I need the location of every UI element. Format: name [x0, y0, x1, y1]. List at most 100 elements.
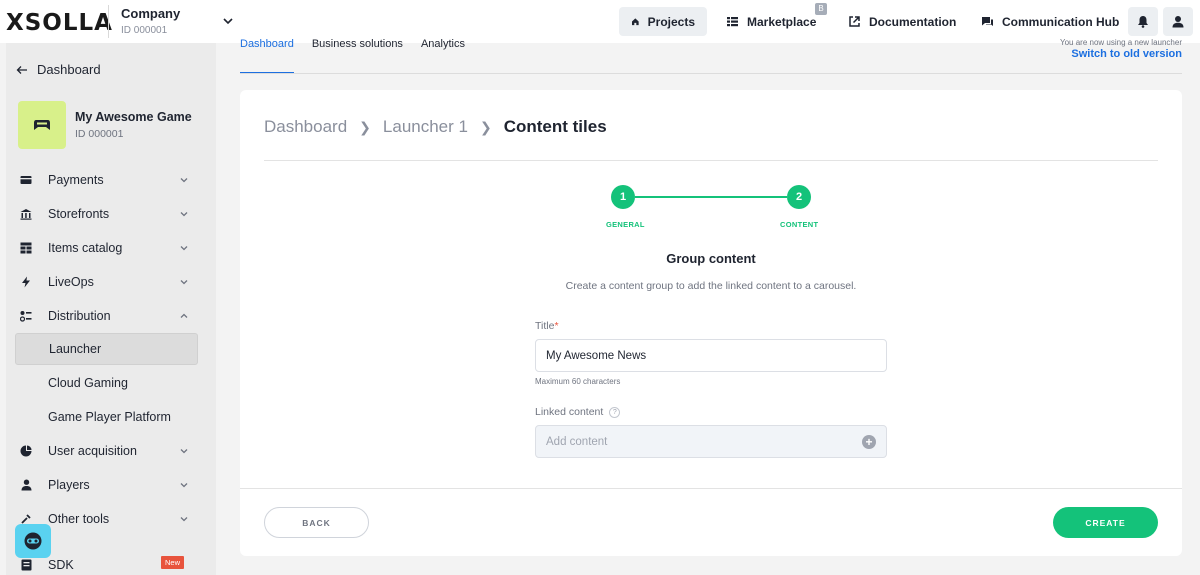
projects-label: Projects	[647, 14, 695, 29]
projects-button[interactable]: Projects	[619, 7, 707, 36]
sidebar-item-cloud-gaming[interactable]: Cloud Gaming	[15, 367, 198, 399]
home-icon	[631, 18, 639, 26]
card-divider	[264, 160, 1158, 161]
step-2-label: CONTENT	[780, 220, 819, 229]
chevron-down-icon	[180, 212, 188, 217]
help-icon[interactable]: ?	[609, 406, 621, 418]
wallet-icon	[19, 173, 33, 187]
breadcrumb-launcher[interactable]: Launcher 1	[383, 117, 468, 137]
sidebar-item-label: Other tools	[48, 512, 110, 526]
sidebar-item-launcher[interactable]: Launcher	[15, 333, 198, 365]
section-title: Group content	[666, 251, 756, 266]
chevron-down-icon	[180, 517, 188, 522]
sidebar-item-label: Players	[48, 478, 90, 492]
company-id: ID 000001	[121, 25, 168, 36]
sidebar-item-user-acquisition[interactable]: User acquisition	[15, 435, 198, 467]
stepper-line	[635, 196, 787, 198]
communication-hub-label: Communication Hub	[1002, 14, 1120, 29]
main-tabs: Dashboard Business solutions Analytics	[240, 38, 465, 74]
linked-content-label: Linked content?	[535, 406, 621, 418]
launcher-notice: You are now using a new launcher	[1059, 38, 1182, 47]
chat-icon	[982, 17, 993, 26]
chevron-right-icon: ❯	[479, 118, 492, 135]
sidebar-item-liveops[interactable]: LiveOps	[15, 266, 198, 298]
gamepad-icon	[34, 120, 50, 130]
breadcrumb: Dashboard ❯ Launcher 1 ❯ Content tiles	[264, 117, 607, 137]
plus-circle-icon[interactable]: +	[862, 434, 876, 449]
company-switcher[interactable]: Company ID 000001	[121, 6, 180, 36]
linked-content-input[interactable]: Add content +	[535, 425, 887, 458]
list-icon	[727, 17, 738, 27]
step-2-circle[interactable]: 2	[787, 185, 811, 209]
step-1-circle[interactable]: 1	[611, 185, 635, 209]
required-asterisk: *	[554, 320, 559, 332]
communication-hub-button[interactable]: Communication Hub	[969, 7, 1131, 36]
profile-button[interactable]	[1163, 7, 1193, 36]
sidebar-item-label: Items catalog	[48, 241, 123, 255]
back-label: Dashboard	[37, 62, 101, 77]
robot-icon	[24, 532, 42, 550]
bell-icon	[1138, 16, 1148, 28]
sidebar-item-distribution[interactable]: Distribution	[15, 300, 198, 332]
tab-business-solutions[interactable]: Business solutions	[312, 38, 403, 74]
documentation-button[interactable]: Documentation	[836, 7, 968, 36]
xsolla-logo[interactable]: XSOLLA	[6, 10, 113, 36]
project-avatar	[18, 101, 66, 149]
help-bot-button[interactable]	[15, 524, 51, 558]
sidebar-item-label: User acquisition	[48, 444, 137, 458]
step-1-label: GENERAL	[606, 220, 645, 229]
sidebar-item-game-player-platform[interactable]: Game Player Platform	[15, 401, 198, 433]
sidebar: Dashboard My Awesome Game ID 000001 Paym…	[6, 43, 216, 575]
external-link-icon	[849, 16, 860, 27]
back-to-dashboard-link[interactable]: Dashboard	[16, 62, 101, 77]
tab-dashboard[interactable]: Dashboard	[240, 38, 294, 74]
acquisition-icon	[19, 444, 33, 458]
documentation-label: Documentation	[869, 14, 957, 29]
sidebar-item-players[interactable]: Players	[15, 469, 198, 501]
back-button[interactable]: BACK	[264, 507, 369, 538]
marketplace-label: Marketplace	[747, 14, 817, 29]
project-id: ID 000001	[75, 128, 124, 140]
page-title: Content tiles	[503, 117, 607, 136]
notifications-button[interactable]	[1128, 7, 1158, 36]
linked-content-label-text: Linked content	[535, 406, 604, 418]
top-bar: XSOLLA Company ID 000001 Projects Market…	[0, 0, 1200, 43]
player-icon	[19, 478, 33, 492]
project-name: My Awesome Game	[75, 110, 192, 124]
new-badge: New	[161, 556, 185, 569]
project-card[interactable]: My Awesome Game ID 000001	[18, 101, 192, 149]
marketplace-button[interactable]: Marketplace	[714, 7, 828, 36]
title-input[interactable]	[535, 339, 887, 372]
chevron-down-icon	[180, 178, 188, 183]
distribution-icon	[19, 309, 33, 323]
user-icon	[1172, 16, 1184, 28]
sidebar-item-storefronts[interactable]: Storefronts	[15, 198, 198, 230]
footer-divider	[240, 488, 1182, 489]
title-label: Title*	[535, 320, 559, 332]
tabs-divider	[240, 73, 1182, 74]
chevron-up-icon	[180, 313, 188, 318]
sidebar-item-label: Cloud Gaming	[48, 376, 128, 390]
sidebar-item-label: Storefronts	[48, 207, 110, 221]
breadcrumb-dashboard[interactable]: Dashboard	[264, 117, 347, 137]
sidebar-item-label: Launcher	[49, 342, 102, 356]
sidebar-item-payments[interactable]: Payments	[15, 164, 198, 196]
tab-analytics[interactable]: Analytics	[421, 38, 465, 74]
sidebar-item-items-catalog[interactable]: Items catalog	[15, 232, 198, 264]
sidebar-item-label: LiveOps	[48, 275, 94, 289]
chevron-down-icon	[180, 246, 188, 251]
title-hint: Maximum 60 characters	[535, 377, 621, 386]
bolt-icon	[19, 275, 33, 289]
sidebar-item-label: Distribution	[48, 309, 111, 323]
switch-old-version-link[interactable]: Switch to old version	[1071, 48, 1182, 60]
chevron-down-icon[interactable]	[221, 14, 235, 28]
storefront-icon	[19, 207, 33, 221]
sidebar-item-label: Game Player Platform	[48, 410, 171, 424]
marketplace-badge: B	[815, 3, 827, 15]
create-button[interactable]: CREATE	[1053, 507, 1158, 538]
company-name: Company	[121, 6, 181, 21]
logo-divider	[108, 5, 109, 38]
linked-content-placeholder: Add content	[546, 435, 608, 448]
chevron-right-icon: ❯	[359, 118, 371, 135]
content-card: Dashboard ❯ Launcher 1 ❯ Content tiles 1…	[240, 90, 1182, 556]
